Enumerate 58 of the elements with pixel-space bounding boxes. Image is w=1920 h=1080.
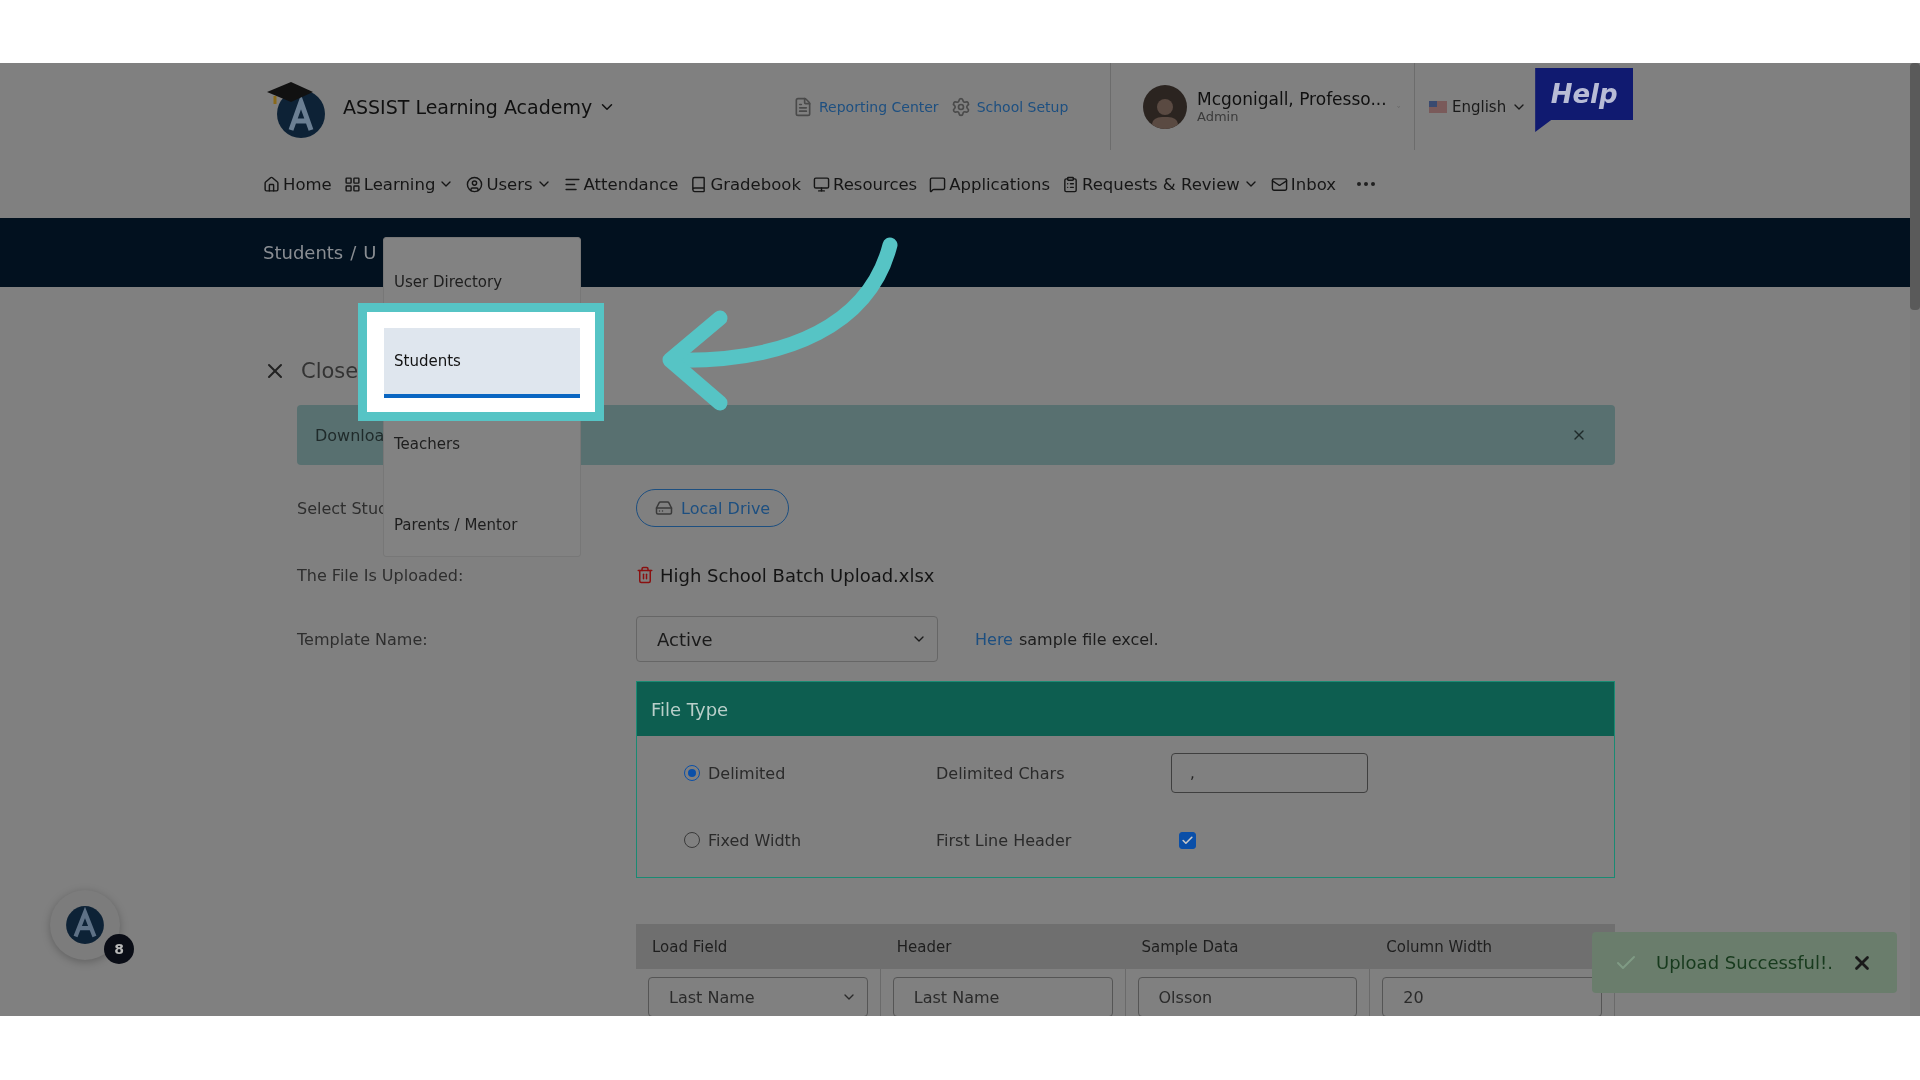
user-role: Admin <box>1197 109 1240 124</box>
radio-option[interactable]: Delimited <box>684 763 936 783</box>
person-icon <box>466 175 484 193</box>
avatar <box>1143 84 1187 129</box>
help-logo[interactable]: Help <box>1535 68 1634 132</box>
close-button[interactable]: Close <box>263 347 359 395</box>
breadcrumb-item: U <box>363 242 377 263</box>
logo-icon <box>64 904 106 946</box>
nav-item[interactable]: Requests & Review <box>1062 174 1259 194</box>
language-selector[interactable]: English <box>1429 97 1528 116</box>
menu-item[interactable]: Teachers <box>384 422 580 465</box>
column-header: Load Field <box>651 937 729 956</box>
toast-message: Upload Successful!. <box>1656 952 1833 973</box>
template-select[interactable]: Active <box>636 616 938 662</box>
scrollbar[interactable] <box>1910 63 1920 1016</box>
chat-icon <box>929 175 947 193</box>
nav-item[interactable]: Learning <box>343 174 455 194</box>
home-icon <box>263 175 280 193</box>
gear-icon <box>950 96 971 117</box>
menu-item[interactable]: Students <box>384 327 580 398</box>
column-header: Header <box>895 937 953 956</box>
nav-item[interactable]: Users <box>466 174 552 194</box>
field-label: Template Name: <box>297 629 429 649</box>
delimiter-field[interactable]: , <box>1171 753 1368 793</box>
column-header: Sample Data <box>1140 937 1240 956</box>
monitor-icon <box>812 175 830 193</box>
radio-option[interactable]: Fixed Width <box>684 830 936 850</box>
school-name[interactable]: ASSIST Learning Academy <box>333 95 793 118</box>
mail-icon <box>1270 175 1288 193</box>
alert-text: Downloa <box>315 425 385 445</box>
menu-item[interactable]: Parents / Mentor <box>384 503 580 546</box>
grid-icon <box>343 175 361 193</box>
field-label: Delimited Chars <box>936 763 1066 783</box>
menu-item[interactable]: User Directory <box>384 260 580 303</box>
nav-item[interactable]: Gradebook <box>690 174 801 194</box>
checkbox[interactable] <box>1179 831 1196 849</box>
clipboard-icon <box>1062 175 1079 193</box>
sample-text: sample file excel. <box>1018 629 1159 649</box>
nav-item[interactable]: Inbox <box>1270 174 1336 194</box>
column-header: Column Width <box>1385 937 1494 956</box>
user-name[interactable]: Mcgonigall, Professo... <box>1197 89 1387 109</box>
breadcrumb-item[interactable]: Students <box>263 242 344 263</box>
drive-icon <box>655 499 673 517</box>
check-icon <box>1181 833 1194 847</box>
trash-icon[interactable] <box>636 566 654 584</box>
nav-item[interactable]: Home <box>263 174 332 194</box>
file-name: High School Batch Upload.xlsx <box>660 564 935 586</box>
panel-title: File Type <box>637 682 1614 736</box>
notification-badge: 8 <box>104 934 134 964</box>
breadcrumb-item: / <box>350 242 357 263</box>
nav-item[interactable]: Attendance <box>563 174 679 194</box>
field-label: First Line Header <box>936 830 1073 850</box>
nav-item[interactable]: Resources <box>812 174 918 194</box>
nav-item[interactable]: Applications <box>929 174 1050 194</box>
book-icon <box>690 175 708 193</box>
field-label: The File Is Uploaded: <box>297 565 465 585</box>
document-icon <box>793 96 813 117</box>
flag-icon <box>1429 100 1447 113</box>
